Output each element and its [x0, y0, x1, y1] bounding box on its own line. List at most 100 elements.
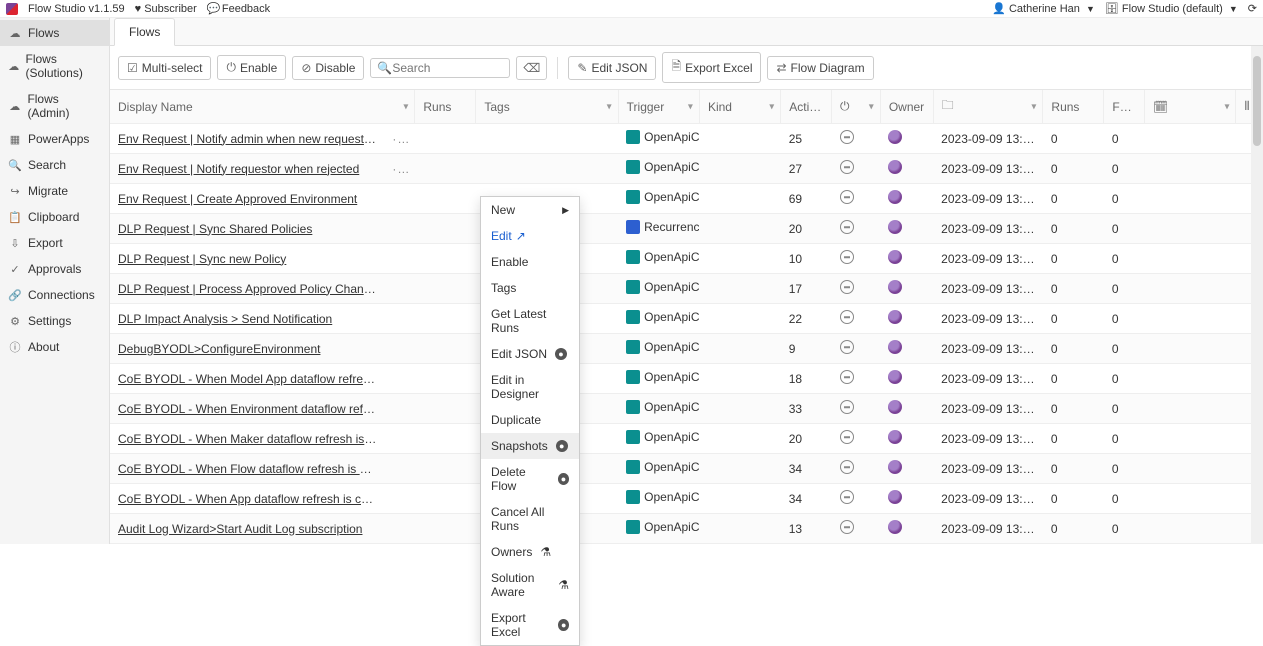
disable-button[interactable]: ⊘ Disable — [292, 56, 364, 80]
row-menu-button[interactable] — [384, 304, 415, 334]
col-trigger[interactable]: Trigger ▾ — [618, 90, 699, 124]
col-modified[interactable]: 🗀 ▾ — [933, 90, 1043, 124]
cm-item-enable[interactable]: Enable — [481, 249, 579, 275]
scrollbar[interactable] — [1251, 46, 1263, 544]
sidebar-item-migrate[interactable]: ↪Migrate — [0, 178, 109, 204]
flow-name-link[interactable]: DebugBYODL>ConfigureEnvironment — [118, 342, 320, 356]
cm-item-cancel-all-runs[interactable]: Cancel All Runs — [481, 499, 579, 539]
col-lastrun[interactable]: 🗓 ▾ — [1145, 90, 1236, 124]
cm-item-edit[interactable]: Edit ↗ — [481, 223, 579, 249]
edit-json-button[interactable]: ✎ Edit JSON — [568, 56, 656, 80]
col-owner[interactable]: Owner — [880, 90, 933, 124]
user-menu[interactable]: 👤 Catherine Han ▼ — [992, 2, 1095, 15]
col-runs2[interactable]: Runs — [1043, 90, 1104, 124]
table-row[interactable]: Env Request | Notify admin when new requ… — [110, 124, 1263, 154]
flow-name-link[interactable]: CoE BYODL - When App dataflow refresh is… — [118, 492, 384, 506]
sidebar-item-powerapps[interactable]: ▦PowerApps — [0, 126, 109, 152]
table-row[interactable]: CoE BYODL - When Flow dataflow refresh i… — [110, 454, 1263, 484]
sidebar-item-connections[interactable]: 🔗Connections — [0, 282, 109, 308]
cm-item-new[interactable]: New▶ — [481, 197, 579, 223]
row-menu-button[interactable] — [384, 214, 415, 244]
row-menu-button[interactable] — [384, 244, 415, 274]
clear-search-button[interactable]: ⌫ — [516, 56, 547, 80]
cm-item-get-latest-runs[interactable]: Get Latest Runs — [481, 301, 579, 341]
flow-name-link[interactable]: DLP Impact Analysis > Send Notification — [118, 312, 332, 326]
cm-item-export-excel[interactable]: Export Excel● — [481, 605, 579, 645]
flow-name-link[interactable]: CoE BYODL - When Model App dataflow refr… — [118, 372, 384, 386]
row-menu-button[interactable]: ··· — [384, 124, 415, 154]
cm-item-snapshots[interactable]: Snapshots● — [481, 433, 579, 459]
filter-icon[interactable]: ▾ — [403, 101, 408, 112]
row-menu-button[interactable] — [384, 394, 415, 424]
search-input[interactable] — [392, 61, 503, 75]
export-excel-button[interactable]: 🗎 Export Excel — [662, 52, 761, 83]
flow-name-link[interactable]: DLP Request | Process Approved Policy Ch… — [118, 282, 377, 296]
scrollbar-thumb[interactable] — [1253, 56, 1261, 146]
cm-item-edit-in-designer[interactable]: Edit in Designer — [481, 367, 579, 407]
filter-icon[interactable]: ▾ — [688, 101, 693, 112]
flow-name-link[interactable]: CoE BYODL - When Environment dataflow re… — [118, 402, 384, 416]
col-fails[interactable]: Fails — [1104, 90, 1145, 124]
flow-name-link[interactable]: Audit Log Wizard>Start Audit Log subscri… — [118, 522, 362, 536]
table-row[interactable]: CoE BYODL - When Model App dataflow refr… — [110, 364, 1263, 394]
table-row[interactable]: DLP Request | Sync Shared PoliciesRecurr… — [110, 214, 1263, 244]
row-menu-button[interactable] — [384, 424, 415, 454]
row-menu-button[interactable] — [384, 484, 415, 514]
table-row[interactable]: Env Request | Create Approved Environmen… — [110, 184, 1263, 214]
table-row[interactable]: Audit Log Wizard>Start Audit Log subscri… — [110, 514, 1263, 544]
col-kind[interactable]: Kind ▾ — [699, 90, 780, 124]
flow-name-link[interactable]: Env Request | Create Approved Environmen… — [118, 192, 357, 206]
flow-diagram-button[interactable]: ⇄ Flow Diagram — [767, 56, 873, 80]
cm-item-tags[interactable]: Tags — [481, 275, 579, 301]
col-display-name[interactable]: Display Name ▾ — [110, 90, 415, 124]
flow-name-link[interactable]: CoE BYODL - When Flow dataflow refresh i… — [118, 462, 384, 476]
cm-item-owners[interactable]: Owners⚗ — [481, 539, 579, 565]
search-group[interactable]: 🔍 — [370, 58, 510, 78]
enable-button[interactable]: ⏻ Enable — [217, 55, 286, 80]
filter-icon[interactable]: ▾ — [869, 101, 874, 112]
col-actions[interactable]: Actions — [781, 90, 832, 124]
table-row[interactable]: CoE BYODL - When Maker dataflow refresh … — [110, 424, 1263, 454]
table-row[interactable]: Env Request | Notify requestor when reje… — [110, 154, 1263, 184]
flow-name-link[interactable]: Env Request | Notify admin when new requ… — [118, 132, 384, 146]
sidebar-item-clipboard[interactable]: 📋Clipboard — [0, 204, 109, 230]
grid[interactable]: Display Name ▾ Runs Tags ▾ Trigger ▾ — [110, 90, 1263, 544]
table-row[interactable]: CoE BYODL - When App dataflow refresh is… — [110, 484, 1263, 514]
col-state[interactable]: ⏻ ▾ — [832, 90, 881, 124]
flow-name-link[interactable]: CoE BYODL - When Maker dataflow refresh … — [118, 432, 384, 446]
row-menu-button[interactable] — [384, 364, 415, 394]
row-menu-button[interactable]: ··· — [384, 154, 415, 184]
row-menu-button[interactable] — [384, 184, 415, 214]
filter-icon[interactable]: ▾ — [1031, 101, 1036, 112]
row-menu-button[interactable] — [384, 274, 415, 304]
sidebar-item-settings[interactable]: ⚙Settings — [0, 308, 109, 334]
cm-item-edit-json[interactable]: Edit JSON● — [481, 341, 579, 367]
multiselect-toggle[interactable]: ☑ Multi-select — [118, 56, 211, 80]
refresh-button[interactable]: ⟳ — [1248, 2, 1257, 15]
feedback-link[interactable]: 💬 Feedback — [207, 2, 270, 15]
cm-item-delete-flow[interactable]: Delete Flow● — [481, 459, 579, 499]
row-menu-button[interactable] — [384, 454, 415, 484]
filter-icon[interactable]: ▾ — [1224, 101, 1229, 112]
table-row[interactable]: DLP Request | Sync new PolicyOpenApiC...… — [110, 244, 1263, 274]
sidebar-item-flows-admin-[interactable]: ☁Flows (Admin) — [0, 86, 109, 126]
row-menu-button[interactable] — [384, 514, 415, 544]
cm-item-duplicate[interactable]: Duplicate — [481, 407, 579, 433]
subscriber-link[interactable]: ♥ Subscriber — [135, 3, 197, 15]
col-tags[interactable]: Tags ▾ — [476, 90, 618, 124]
sidebar-item-export[interactable]: ⇩Export — [0, 230, 109, 256]
sidebar-item-flows[interactable]: ☁Flows — [0, 20, 109, 46]
table-row[interactable]: CoE BYODL - When Environment dataflow re… — [110, 394, 1263, 424]
table-row[interactable]: DLP Impact Analysis > Send NotificationO… — [110, 304, 1263, 334]
table-row[interactable]: DebugBYODL>ConfigureEnvironmentOpenApiC.… — [110, 334, 1263, 364]
sidebar-item-search[interactable]: 🔍Search — [0, 152, 109, 178]
sidebar-item-approvals[interactable]: ✓Approvals — [0, 256, 109, 282]
sidebar-item-flows-solutions-[interactable]: ☁Flows (Solutions) — [0, 46, 109, 86]
env-menu[interactable]: 🗄 Flow Studio (default) ▼ — [1105, 2, 1238, 15]
filter-icon[interactable]: ▾ — [607, 101, 612, 112]
flow-name-link[interactable]: DLP Request | Sync new Policy — [118, 252, 286, 266]
sidebar-item-about[interactable]: ⓘAbout — [0, 334, 109, 360]
cm-item-solution-aware[interactable]: Solution Aware⚗ — [481, 565, 579, 605]
table-row[interactable]: DLP Request | Process Approved Policy Ch… — [110, 274, 1263, 304]
filter-icon[interactable]: ▾ — [769, 101, 774, 112]
